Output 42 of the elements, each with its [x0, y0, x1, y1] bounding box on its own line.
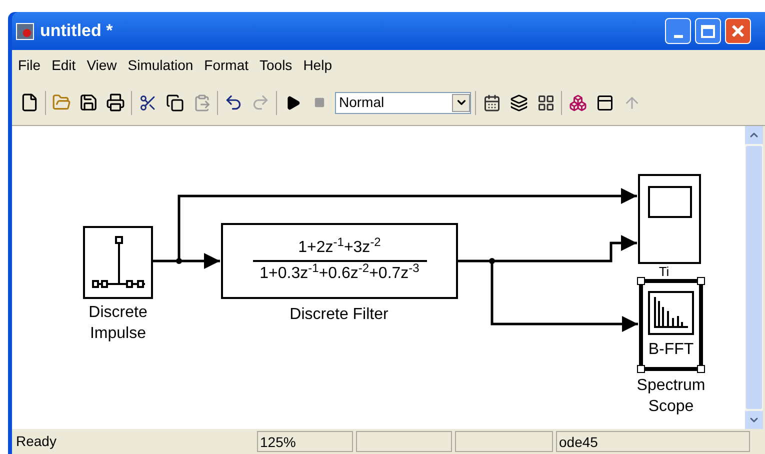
- status-message: Ready: [15, 432, 58, 451]
- app-icon: [16, 22, 34, 40]
- block-label: Spectrum: [636, 376, 706, 396]
- minimize-button[interactable]: [665, 18, 691, 44]
- filter-numerator: 1+2z$^{-1}$+3z$^{-2}$: [298, 238, 381, 258]
- spectrum-graph-icon: [648, 291, 694, 335]
- filter-block[interactable]: 1+2z$^{-1}$+3z$^{-2}$ 1+0.3z$^{-1}$+0.6z$^{-2}$+0.7z$^{-3}$: [221, 223, 458, 299]
- block-label: Discrete: [88, 303, 148, 323]
- vertical-scrollbar[interactable]: [745, 126, 763, 429]
- close-button[interactable]: [725, 18, 751, 44]
- menu-item[interactable]: Simulation: [124, 54, 198, 76]
- simulation-mode-dropdown[interactable]: Normal: [335, 92, 471, 114]
- maximize-button[interactable]: [695, 18, 721, 44]
- scroll-up-icon[interactable]: [745, 126, 763, 144]
- block-caption: B-FFT: [648, 341, 694, 359]
- scroll-down-icon[interactable]: [745, 411, 763, 429]
- filter-denominator: 1+0.3z$^{-1}$+0.6z$^{-2}$+0.7z$^{-3}$: [260, 264, 420, 284]
- block-label: Discrete Filter: [290, 305, 388, 325]
- branch-point: [176, 258, 182, 264]
- status-solver: ode45: [556, 431, 750, 452]
- scope-screen-icon: [648, 186, 692, 218]
- scope-block[interactable]: [638, 174, 701, 264]
- block-label: Ti: [658, 265, 670, 278]
- window-title: untitled *: [40, 20, 113, 42]
- menu-item[interactable]: Tools: [256, 54, 296, 76]
- selection-handle[interactable]: [637, 277, 645, 285]
- block-label: Impulse: [90, 324, 146, 344]
- close-icon: [731, 24, 745, 38]
- menu-item[interactable]: View: [82, 54, 121, 76]
- branch-point: [489, 258, 495, 264]
- impulse-block[interactable]: [83, 226, 153, 299]
- selection-handle[interactable]: [697, 277, 705, 285]
- menu-item[interactable]: File: [14, 54, 45, 76]
- spectrum-block[interactable]: B-FFT: [639, 279, 703, 371]
- selection-handle[interactable]: [697, 365, 705, 373]
- block-label: Scope: [648, 397, 694, 417]
- selection-handle[interactable]: [637, 365, 645, 373]
- menu-item[interactable]: Help: [299, 54, 336, 76]
- status-zoom: 125%: [257, 431, 353, 452]
- menu-item[interactable]: Edit: [48, 54, 80, 76]
- printer-icon[interactable]: [104, 91, 127, 114]
- menu-item[interactable]: Format: [200, 54, 252, 76]
